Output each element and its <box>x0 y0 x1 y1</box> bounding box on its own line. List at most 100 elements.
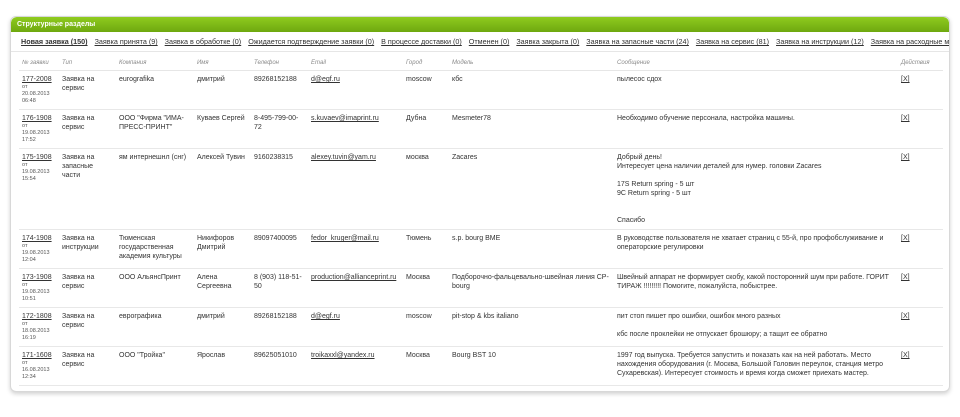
company: eurografika <box>119 76 155 83</box>
model: Zacares <box>452 154 478 161</box>
delete-button[interactable]: [X] <box>901 115 910 122</box>
tab-0[interactable]: Новая заявка (150) <box>21 35 88 48</box>
city: москва <box>406 154 429 161</box>
request-date: 19.08.2013 <box>22 289 50 295</box>
contact-name: дмитрий <box>197 313 225 320</box>
date-prefix: от <box>22 162 28 168</box>
column-header: Компания <box>116 58 194 71</box>
message-line: 1997 год выпуска. Требуется запустить и … <box>617 352 884 377</box>
phone: 8-495-799-00-72 <box>254 115 299 131</box>
model: кбс <box>452 76 463 83</box>
column-header: Модель <box>449 58 614 71</box>
request-time: 10:51 <box>22 296 36 302</box>
tab-7[interactable]: Заявка на запасные части (24) <box>586 35 689 48</box>
contact-name: Ярослав <box>197 352 226 359</box>
city: Тюмень <box>406 235 432 242</box>
email-link[interactable]: d@egf.ru <box>311 313 340 320</box>
city: Москва <box>406 352 430 359</box>
date-prefix: от <box>22 243 28 249</box>
message-line: Спасибо <box>617 217 646 224</box>
tab-1[interactable]: Заявка принята (9) <box>95 35 158 48</box>
message-line: кбс после проклейки не отпускает брошюру… <box>617 331 828 338</box>
company: ООО "Фирма "ИМА-ПРЕСС-ПРИНТ" <box>119 115 184 131</box>
request-number-link[interactable]: 173-1908 <box>22 274 52 281</box>
delete-button[interactable]: [X] <box>901 235 910 242</box>
tab-9[interactable]: Заявка на инструкции (12) <box>776 35 864 48</box>
request-date: 19.08.2013 <box>22 169 50 175</box>
delete-button[interactable]: [X] <box>901 274 910 281</box>
email-link[interactable]: troikaxxl@yandex.ru <box>311 352 375 359</box>
tab-5[interactable]: Отменен (0) <box>469 35 510 48</box>
table-row: 175-1908 от 19.08.2013 15:54 Заявка на запас… <box>19 148 943 230</box>
message-line: 17S Return spring - 5 шт <box>617 181 695 188</box>
request-time: 17:52 <box>22 137 36 143</box>
request-time: 12:34 <box>22 374 36 380</box>
city: Дубна <box>406 115 427 122</box>
tab-2[interactable]: Заявка в обработке (0) <box>165 35 242 48</box>
column-header: Город <box>403 58 449 71</box>
request-type: Заявка на инструкции <box>62 235 99 251</box>
phone: 89268152188 <box>254 313 297 320</box>
message-line: Швейный аппарат не формирует скобу, како… <box>617 274 889 290</box>
delete-button[interactable]: [X] <box>901 313 910 320</box>
contact-name: Куваев Сергей <box>197 115 245 122</box>
column-header: Сообщение <box>614 58 898 71</box>
tab-10[interactable]: Заявка на расходные материалы (4) <box>871 35 949 48</box>
request-number-link[interactable]: 172-1808 <box>22 313 52 320</box>
phone: 9160238315 <box>254 154 293 161</box>
request-number-link[interactable]: 175-1908 <box>22 154 52 161</box>
model: Bourg BST 10 <box>452 352 496 359</box>
request-number-link[interactable]: 177-2008 <box>22 76 52 83</box>
tab-3[interactable]: Ожидается подтверждение заявки (0) <box>248 35 374 48</box>
table-row: 174-1908 от 19.08.2013 12:04 Заявка на инстр… <box>19 229 943 269</box>
request-number-link[interactable]: 176-1908 <box>22 115 52 122</box>
table-row: 177-2008 от 20.08.2013 06:48 Заявка на серви… <box>19 70 943 110</box>
column-header: Имя <box>194 58 251 71</box>
delete-button[interactable]: [X] <box>901 76 910 83</box>
tab-4[interactable]: В процессе доставки (0) <box>381 35 462 48</box>
request-type: Заявка на сервис <box>62 274 95 290</box>
column-header: Действия <box>898 58 943 71</box>
requests-table: № заявки Тип Компания Имя Телефон Email Город М… <box>19 58 943 386</box>
contact-name: дмитрий <box>197 76 225 83</box>
request-time: 16:19 <box>22 335 36 341</box>
tab-6[interactable]: Заявка закрыта (0) <box>516 35 579 48</box>
table-row: 173-1908 от 19.08.2013 10:51 Заявка на серви… <box>19 268 943 308</box>
company: ООО "Тройка" <box>119 352 165 359</box>
request-date: 20.08.2013 <box>22 91 50 97</box>
model: Подборочно-фальцевально-швейная линия CP… <box>452 274 609 290</box>
email-link[interactable]: alexey.tuvin@yam.ru <box>311 154 376 161</box>
email-link[interactable]: fedor_kruger@mail.ru <box>311 235 379 242</box>
request-date: 19.08.2013 <box>22 250 50 256</box>
column-header: Email <box>308 58 403 71</box>
email-link[interactable]: s.kuvaev@imaprint.ru <box>311 115 379 122</box>
email-link[interactable]: d@egf.ru <box>311 76 340 83</box>
date-prefix: от <box>22 321 28 327</box>
request-number-link[interactable]: 171-1608 <box>22 352 52 359</box>
date-prefix: от <box>22 123 28 129</box>
delete-button[interactable]: [X] <box>901 352 910 359</box>
company: ям интернешнл (снг) <box>119 154 187 161</box>
city: moscow <box>406 76 432 83</box>
message-line: Интересует цена наличии деталей для нуме… <box>617 163 822 170</box>
table-row: 171-1608 от 16.08.2013 12:34 Заявка на серви… <box>19 346 943 386</box>
message-line: 9C Return spring - 5 шт <box>617 190 691 197</box>
model: Mesmeter78 <box>452 115 491 122</box>
sections-panel: Структурные разделы Новая заявка (150) За… <box>10 16 950 392</box>
message-line: Добрый день! <box>617 154 662 161</box>
tab-8[interactable]: Заявка на сервис (81) <box>696 35 769 48</box>
email-link[interactable]: production@allianceprint.ru <box>311 274 396 281</box>
panel-title: Структурные разделы <box>11 17 949 32</box>
date-prefix: от <box>22 360 28 366</box>
request-type: Заявка на сервис <box>62 76 95 92</box>
model: pit-stop & kbs italiano <box>452 313 519 320</box>
city: Москва <box>406 274 430 281</box>
delete-button[interactable]: [X] <box>901 154 910 161</box>
request-number-link[interactable]: 174-1908 <box>22 235 52 242</box>
contact-name: Никифоров Дмитрий <box>197 235 235 251</box>
column-header: Телефон <box>251 58 308 71</box>
column-header: № заявки <box>19 58 59 71</box>
